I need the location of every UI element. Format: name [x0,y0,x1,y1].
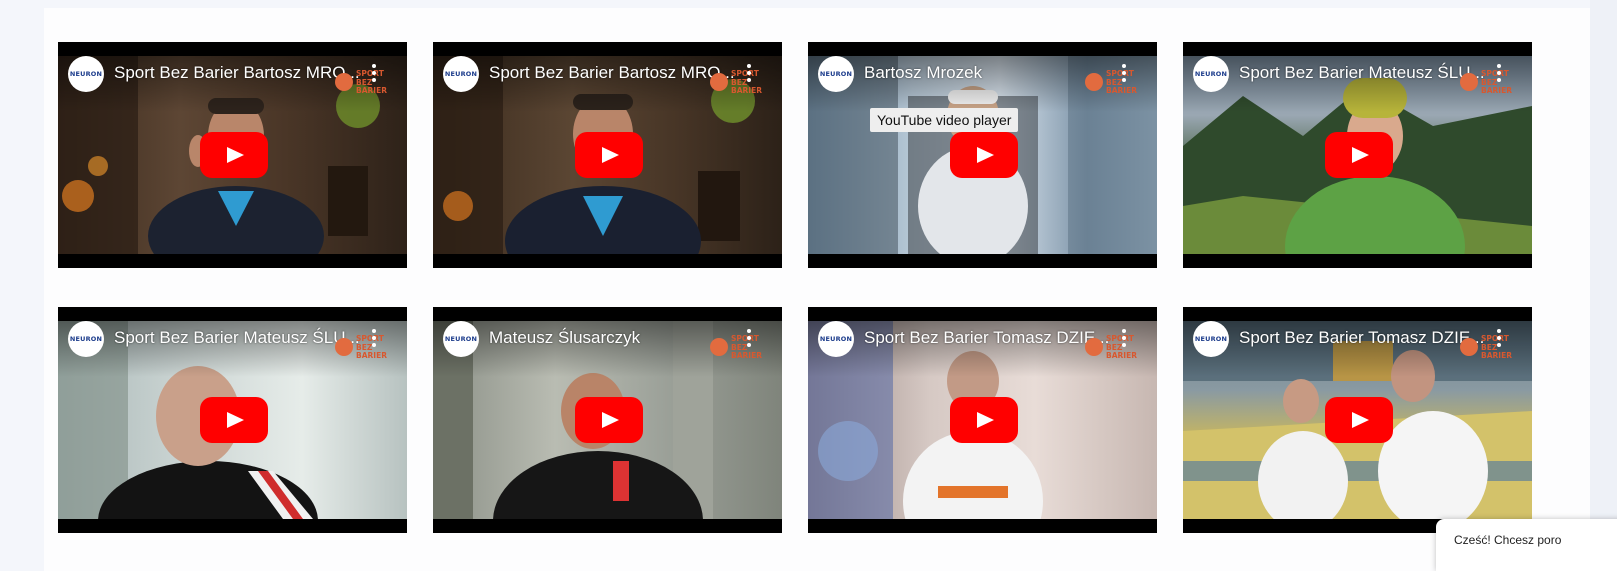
more-options-icon[interactable] [370,329,378,349]
video-title[interactable]: Sport Bez Barier Tomasz DZIE... [864,327,1119,349]
sport-bez-barier-logo: SPORT BEZ BARIER [335,334,393,362]
play-button[interactable] [1325,132,1393,178]
more-options-icon[interactable] [1120,329,1128,349]
more-options-icon[interactable] [1495,64,1503,84]
play-button[interactable] [200,132,268,178]
play-button[interactable] [575,132,643,178]
video-embed-1[interactable]: NEURON Sport Bez Barier Bartosz MRO... S… [58,42,407,268]
channel-avatar[interactable]: NEURON [68,321,104,357]
channel-avatar[interactable]: NEURON [68,56,104,92]
video-embed-4[interactable]: NEURON Sport Bez Barier Mateusz ŚLU... S… [1183,42,1532,268]
more-options-icon[interactable] [1120,64,1128,84]
right-margin [1590,0,1617,571]
sport-bez-barier-logo: SPORT BEZ BARIER [1460,334,1518,362]
channel-avatar[interactable]: NEURON [818,56,854,92]
video-title[interactable]: Bartosz Mrozek [864,62,1119,84]
channel-avatar[interactable]: NEURON [443,321,479,357]
chat-popup-text: Cześć! Chcesz poro [1454,533,1562,547]
video-title[interactable]: Sport Bez Barier Tomasz DZIE... [1239,327,1494,349]
video-title[interactable]: Sport Bez Barier Mateusz ŚLU... [114,327,369,349]
video-embed-7[interactable]: NEURON Sport Bez Barier Tomasz DZIE... S… [808,307,1157,533]
more-options-icon[interactable] [370,64,378,84]
chat-popup[interactable]: Cześć! Chcesz poro [1436,519,1617,571]
more-options-icon[interactable] [745,64,753,84]
channel-avatar[interactable]: NEURON [1193,56,1229,92]
video-embed-5[interactable]: NEURON Sport Bez Barier Mateusz ŚLU... S… [58,307,407,533]
page: NEURON Sport Bez Barier Bartosz MRO... S… [0,0,1617,571]
play-button[interactable] [575,397,643,443]
video-title[interactable]: Sport Bez Barier Bartosz MRO... [489,62,744,84]
sport-bez-barier-logo: SPORT BEZ BARIER [710,69,768,97]
more-options-icon[interactable] [1495,329,1503,349]
play-button[interactable] [950,397,1018,443]
video-embed-8[interactable]: NEURON Sport Bez Barier Tomasz DZIE... S… [1183,307,1532,533]
video-title[interactable]: Mateusz Ślusarczyk [489,327,744,349]
sport-bez-barier-logo: SPORT BEZ BARIER [710,334,768,362]
video-embed-3[interactable]: NEURON Bartosz Mrozek SPORT BEZ BARIER Y… [808,42,1157,268]
channel-avatar[interactable]: NEURON [818,321,854,357]
more-options-icon[interactable] [745,329,753,349]
video-embed-6[interactable]: NEURON Mateusz Ślusarczyk SPORT BEZ BARI… [433,307,782,533]
video-title[interactable]: Sport Bez Barier Mateusz ŚLU... [1239,62,1494,84]
sport-bez-barier-logo: SPORT BEZ BARIER [1085,334,1143,362]
sport-bez-barier-logo: SPORT BEZ BARIER [1460,69,1518,97]
sport-bez-barier-logo: SPORT BEZ BARIER [1085,69,1143,97]
play-button[interactable] [1325,397,1393,443]
channel-avatar[interactable]: NEURON [443,56,479,92]
play-button[interactable] [200,397,268,443]
video-player-tooltip: YouTube video player [870,108,1019,132]
video-embed-2[interactable]: NEURON Sport Bez Barier Bartosz MRO... S… [433,42,782,268]
channel-avatar[interactable]: NEURON [1193,321,1229,357]
play-button[interactable] [950,132,1018,178]
video-title[interactable]: Sport Bez Barier Bartosz MRO... [114,62,369,84]
sport-bez-barier-logo: SPORT BEZ BARIER [335,69,393,97]
